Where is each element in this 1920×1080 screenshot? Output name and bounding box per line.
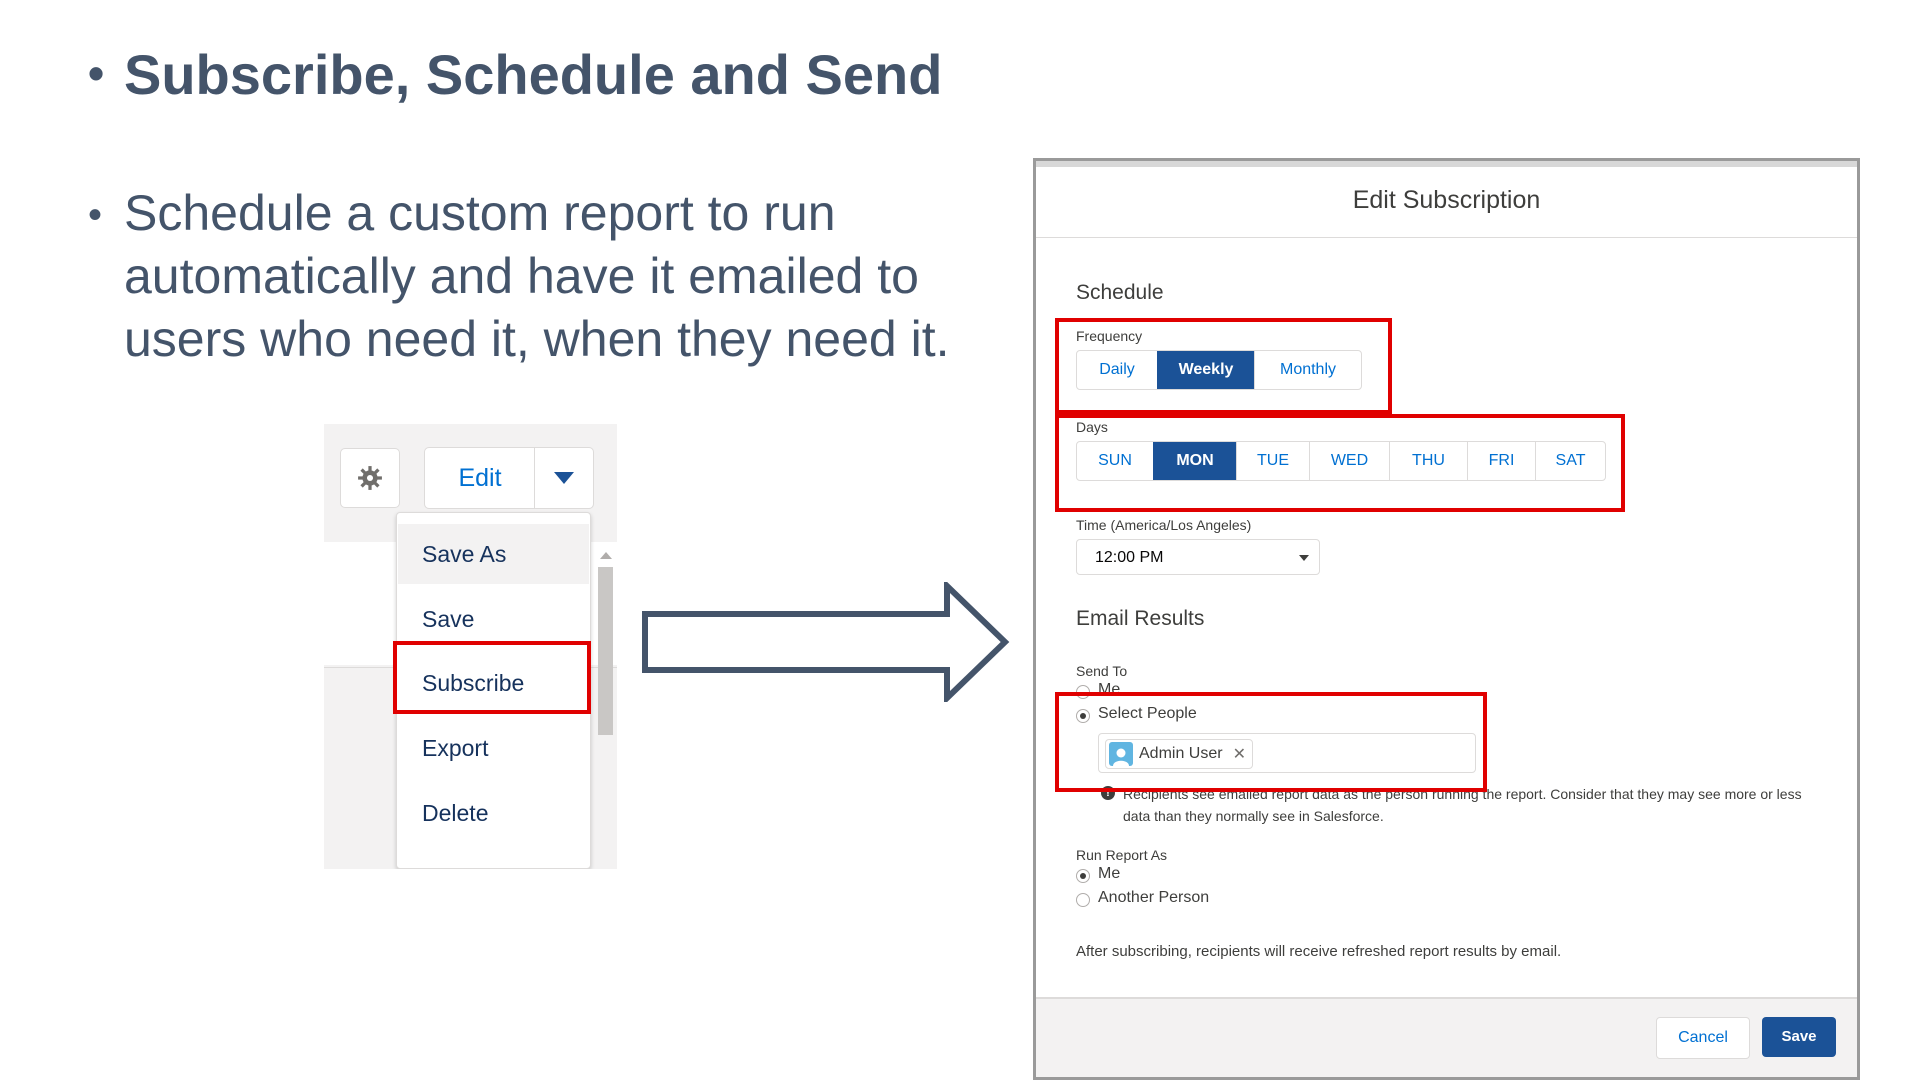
subscribe-highlight-box [393, 641, 591, 714]
slide-body-line: automatically and have it emailed to [124, 248, 919, 304]
chevron-down-icon [554, 472, 574, 484]
days-highlight-box [1055, 414, 1625, 512]
scroll-up-arrow[interactable] [600, 552, 612, 559]
time-value: 12:00 PM [1095, 549, 1164, 566]
slide-body-line: users who need it, when they need it. [124, 311, 950, 367]
scrollbar[interactable] [598, 567, 613, 735]
cancel-button[interactable]: Cancel [1656, 1017, 1750, 1059]
gear-icon [358, 466, 382, 490]
right-arrow-icon [642, 582, 1010, 702]
menu-item-export[interactable]: Export [398, 718, 589, 778]
send-to-label: Send To [1076, 663, 1128, 679]
run-as-me-radio[interactable] [1076, 869, 1090, 883]
dialog-footer: Cancel Save [1036, 997, 1857, 1077]
subscription-note: After subscribing, recipients will recei… [1076, 943, 1562, 960]
run-report-as-label: Run Report As [1076, 847, 1168, 863]
menu-item-save-as[interactable]: Save As [398, 524, 589, 584]
run-as-another-radio[interactable] [1076, 893, 1090, 907]
schedule-section-title: Schedule [1076, 281, 1164, 304]
run-as-another-label: Another Person [1098, 889, 1210, 906]
caret-down-icon [1299, 555, 1309, 561]
edit-button[interactable]: Edit [424, 447, 536, 509]
menu-item-save[interactable]: Save [398, 589, 589, 649]
edit-dropdown-button[interactable] [534, 447, 594, 509]
save-button[interactable]: Save [1762, 1017, 1836, 1057]
time-label: Time (America/Los Angeles) [1076, 517, 1252, 533]
menu-item-delete[interactable]: Delete [398, 783, 589, 843]
frequency-highlight-box [1055, 318, 1392, 414]
bullet-glyph: • [88, 193, 103, 237]
slide-body-line: Schedule a custom report to run [124, 185, 836, 241]
settings-button[interactable] [340, 448, 400, 508]
select-people-highlight-box [1055, 692, 1487, 792]
time-select[interactable]: 12:00 PM [1076, 539, 1320, 575]
run-as-me-label: Me [1098, 865, 1121, 882]
edit-subscription-dialog: Edit Subscription Schedule Frequency Dai… [1033, 158, 1860, 1080]
slide-body-text: Schedule a custom report to run automati… [124, 182, 950, 371]
dialog-title: Edit Subscription [1036, 167, 1857, 238]
bullet-glyph: • [88, 47, 105, 99]
email-results-section-title: Email Results [1076, 607, 1205, 630]
slide-title: Subscribe, Schedule and Send [124, 43, 943, 106]
